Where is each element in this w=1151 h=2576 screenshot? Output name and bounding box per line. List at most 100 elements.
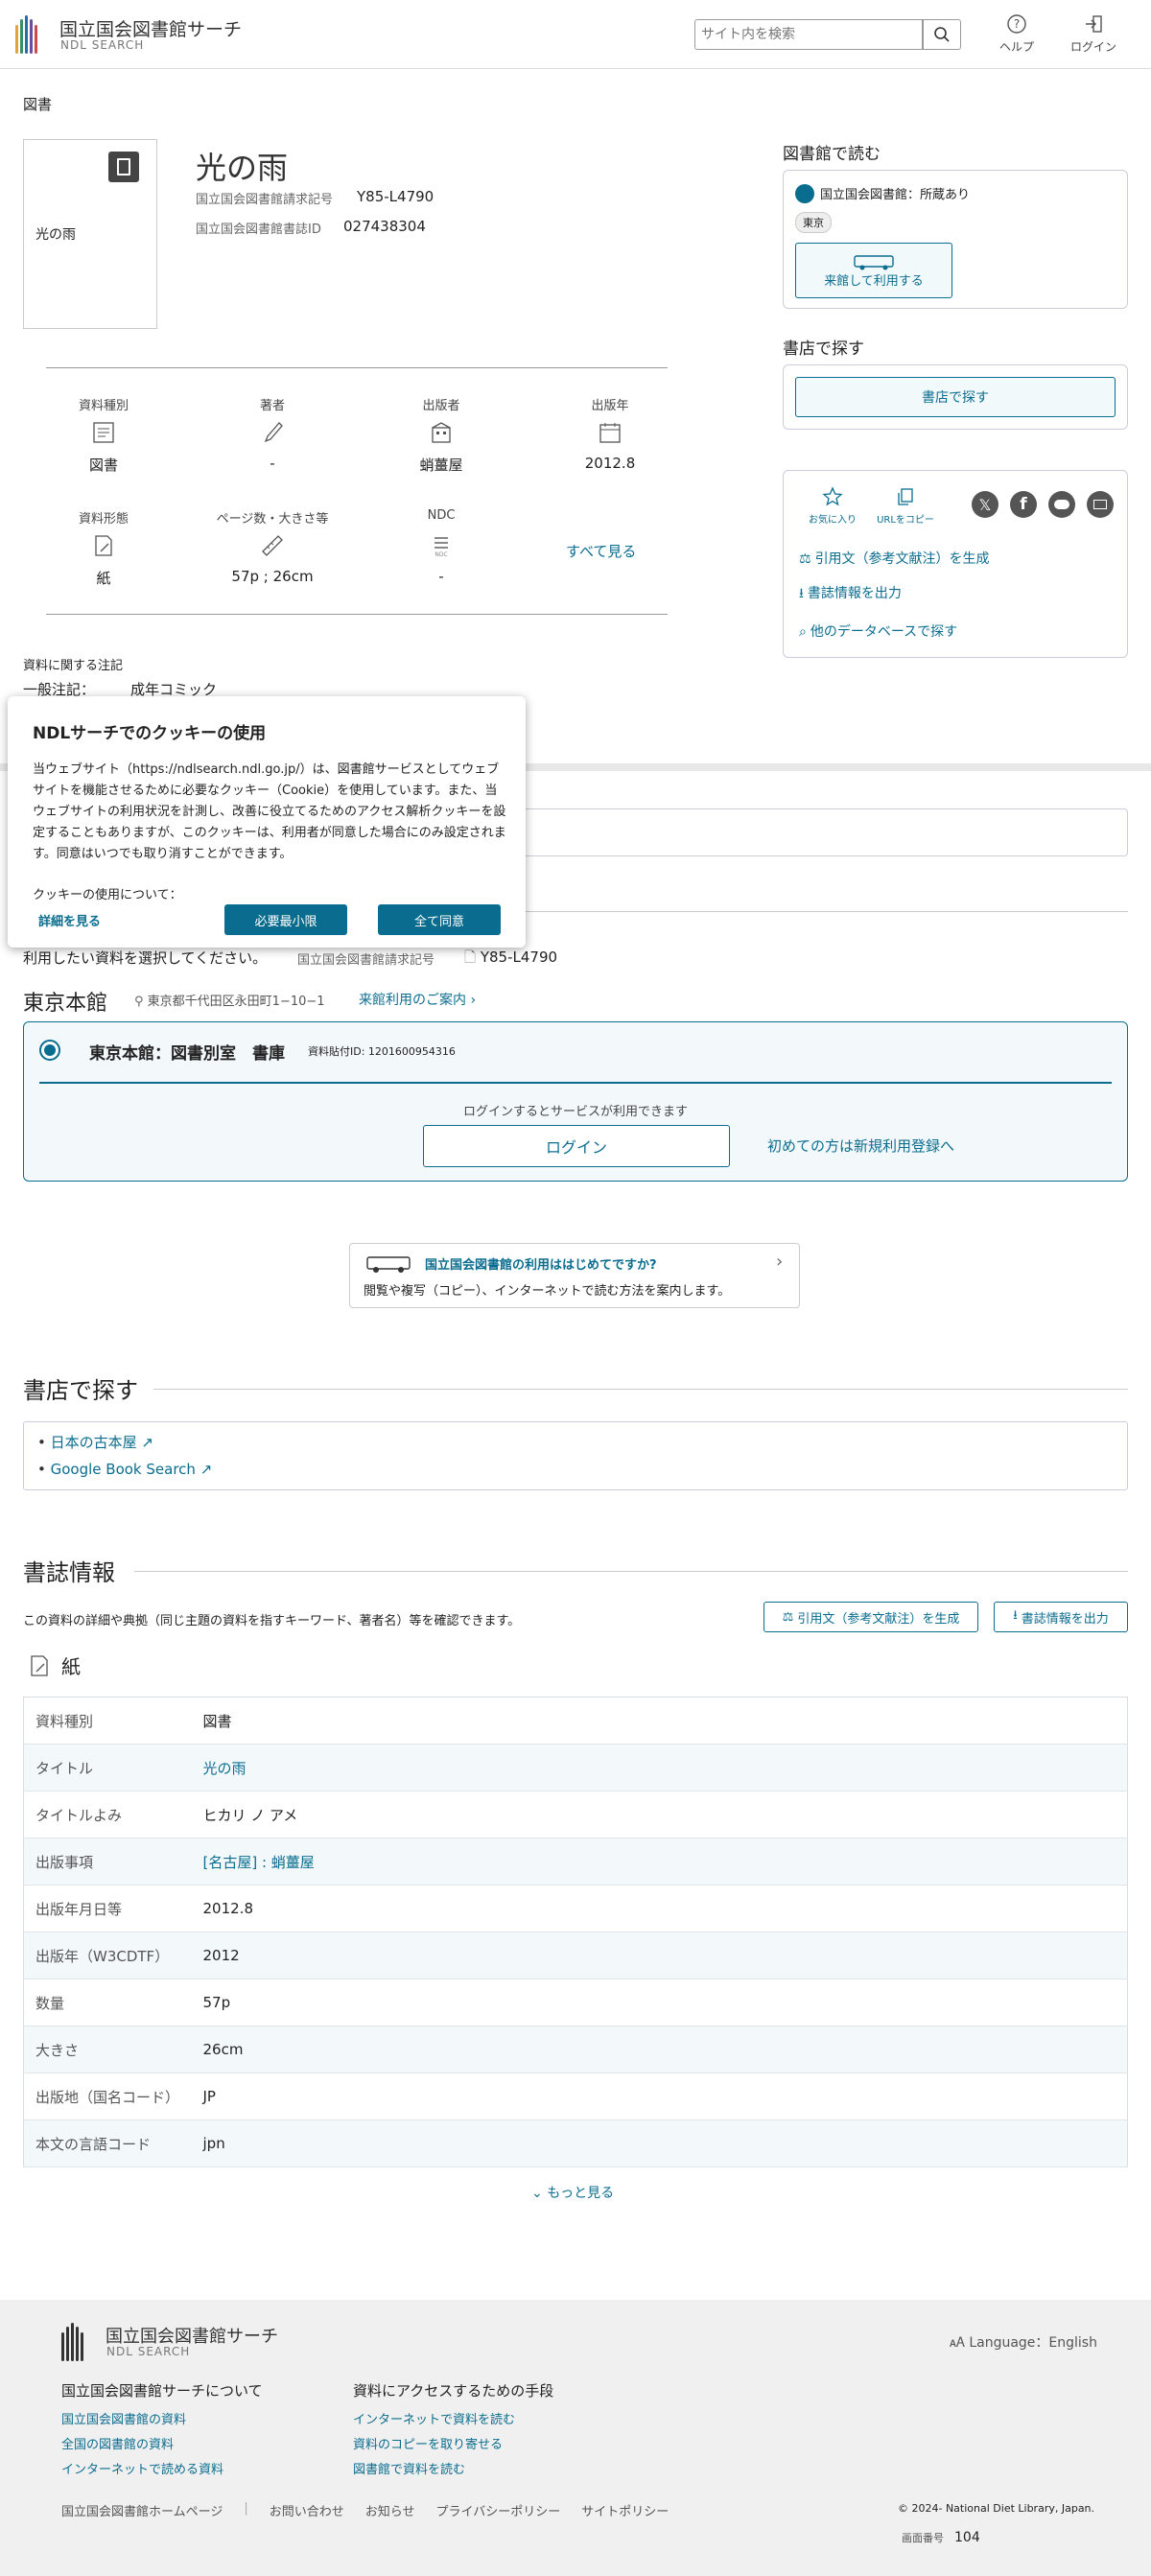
x-share-icon[interactable]: 𝕏 <box>972 491 998 518</box>
footer-bottom-link[interactable]: お知らせ <box>365 2501 415 2519</box>
cookie-accept-all-button[interactable]: 全て同意 <box>378 904 501 935</box>
login-icon <box>1086 15 1102 33</box>
language-switch[interactable]: 🗚 Language：English <box>950 2332 1097 2352</box>
bus-icon <box>854 254 894 269</box>
footer-bottom-links: 国立国会図書館ホームページ | お問い合わせ お知らせ プライバシーポリシー サ… <box>61 2501 669 2519</box>
line-share-icon[interactable] <box>1048 491 1075 518</box>
table-row: 本文の言語コード jpn <box>23 2119 1128 2167</box>
see-all-link[interactable]: すべて見る <box>566 541 636 561</box>
divider <box>518 911 1128 912</box>
footer-link[interactable]: インターネットで資料を読む <box>353 2409 515 2427</box>
footer-bottom-link[interactable]: サイトポリシー <box>581 2501 669 2519</box>
meta-label: 資料種別 <box>78 399 129 413</box>
register-link[interactable]: 初めての方は新規利用登録へ <box>767 1136 954 1156</box>
footer-link[interactable]: 資料のコピーを取り寄せる <box>353 2434 503 2452</box>
footer-bottom-link[interactable]: お問い合わせ <box>270 2501 344 2519</box>
visit-guide-link[interactable]: 来館利用のご案内 › <box>359 990 476 1009</box>
svg-text:NDC: NDC <box>435 551 447 558</box>
bib-export-button[interactable]: ⭳ 書誌情報を出力 <box>994 1602 1128 1632</box>
shop-link-google[interactable]: • Google Book Search ↗ <box>37 1461 212 1478</box>
building-icon <box>432 422 451 443</box>
cite-icon: ⚖ <box>782 1609 794 1625</box>
external-link-icon: ↗ <box>141 1434 153 1451</box>
other-db-link[interactable]: ⌕ 他のデータベースで探す <box>799 621 957 641</box>
table-row: 資料種別 図書 <box>23 1697 1128 1745</box>
call-number-label: 国立国会図書館請求記号 <box>196 193 334 207</box>
first-time-banner[interactable]: 国立国会図書館の利用ははじめてですか? 閲覧や複写（コピー）、インターネットで読… <box>349 1243 800 1308</box>
ndl-holding-icon <box>795 184 814 203</box>
pen-icon <box>264 422 283 443</box>
bib-cite-button[interactable]: ⚖ 引用文（参考文献注）を生成 <box>763 1602 978 1632</box>
shop-link-kosho[interactable]: • 日本の古本屋 ↗ <box>37 1432 153 1452</box>
shop-section-title: 書店で探す <box>23 1377 138 1404</box>
cookie-usage-label: クッキーの使用について： <box>33 888 182 902</box>
bib-id: 027438304 <box>343 218 426 235</box>
cookie-minimum-button[interactable]: 必要最小限 <box>224 904 347 935</box>
paper-icon <box>95 535 112 556</box>
footer-link[interactable]: 全国の図書館の資料 <box>61 2434 174 2452</box>
cover-title: 光の雨 <box>35 227 76 243</box>
search-button[interactable] <box>923 19 961 50</box>
footer-col1-title: 国立国会図書館サーチについて <box>61 2382 263 2400</box>
meta-value: 57p ; 26cm <box>231 568 314 585</box>
favorite-button[interactable]: お気に入り <box>803 486 862 526</box>
visit-button[interactable]: 来館して利用する <box>795 243 952 298</box>
item-login-button[interactable]: ログイン <box>423 1125 730 1167</box>
location-tag: 東京 <box>795 212 832 233</box>
help-icon: ? <box>1007 14 1026 34</box>
cite-icon: ⚖ <box>799 551 811 567</box>
bib-description: この資料の詳細や典拠（同じ主題の資料を指すキーワード、著者名）等を確認できます。 <box>23 1614 521 1628</box>
search-input[interactable] <box>694 19 923 50</box>
meta-label: 著者 <box>259 399 285 413</box>
cite-link[interactable]: ⚖ 引用文（参考文献注）を生成 <box>799 549 990 568</box>
footer-logo-subtitle: NDL SEARCH <box>106 2345 191 2358</box>
footer-link[interactable]: インターネットで読める資料 <box>61 2459 223 2477</box>
divider <box>46 614 668 615</box>
banner-text: 閲覧や複写（コピー）、インターネットで読む方法を案内します。 <box>364 1284 731 1299</box>
cookie-details-link[interactable]: 詳細を見る <box>38 911 101 929</box>
shop-title: 書店で探す <box>783 340 864 359</box>
tab-box <box>518 808 1128 856</box>
bib-form-heading: 紙 <box>27 1651 81 1679</box>
title-link[interactable]: 光の雨 <box>203 1760 247 1777</box>
footer-link[interactable]: 国立国会図書館の資料 <box>61 2409 186 2427</box>
ndl-logo-icon[interactable] <box>15 15 37 54</box>
publisher-link[interactable]: [名古屋] : 蛸薑屋 <box>203 1854 315 1871</box>
meta-value: 図書 <box>88 457 118 474</box>
shop-button[interactable]: 書店で探す <box>795 377 1116 417</box>
page-title: 光の雨 <box>196 150 289 186</box>
item-radio[interactable] <box>39 1040 60 1061</box>
help-link[interactable]: ? ヘルプ <box>998 13 1036 55</box>
table-row: 数量 57p <box>23 1979 1128 2026</box>
export-link[interactable]: ⭳ 書誌情報を出力 <box>799 583 902 606</box>
use-call-label: 国立国会図書館請求記号 <box>297 953 435 968</box>
meta-label: 資料形態 <box>78 512 129 527</box>
chevron-down-icon: ⌄ <box>531 2186 543 2201</box>
logo-subtitle: NDL SEARCH <box>60 38 145 52</box>
footer-logo-icon[interactable] <box>61 2323 83 2361</box>
table-row: 出版年月日等 2012.8 <box>23 1885 1128 1932</box>
bus-icon <box>366 1256 411 1273</box>
item-divider <box>39 1082 1112 1084</box>
external-link-icon: ↗ <box>200 1461 213 1478</box>
logo-title[interactable]: 国立国会図書館サーチ <box>59 15 242 41</box>
book-icon <box>108 152 139 182</box>
footer-link[interactable]: 図書館で資料を読む <box>353 2459 465 2477</box>
location-pin-icon: ⚲ <box>134 995 144 1009</box>
footer-bottom-link[interactable]: プライバシーポリシー <box>436 2501 561 2519</box>
item-location: 東京本館：図書別室 書庫 <box>89 1044 285 1064</box>
divider <box>153 1389 1128 1390</box>
copyright: © 2024- National Diet Library, Japan. <box>898 2502 1095 2515</box>
mail-share-icon[interactable] <box>1087 491 1114 518</box>
svg-text:?: ? <box>1014 17 1020 31</box>
ruler-icon <box>262 535 283 556</box>
show-more-link[interactable]: ⌄ もっと見る <box>531 2183 614 2202</box>
footer-bottom-link[interactable]: 国立国会図書館ホームページ <box>61 2501 223 2519</box>
login-link[interactable]: ログイン <box>1065 13 1122 55</box>
read-in-library-title: 図書館で読む <box>783 145 881 164</box>
copy-url-button[interactable]: URLをコピー <box>872 486 939 526</box>
facebook-share-icon[interactable]: f <box>1010 491 1037 518</box>
ndc-icon: NDC <box>435 537 448 558</box>
shop-box: 書店で探す <box>783 364 1128 430</box>
meta-value: 2012.8 <box>584 455 636 472</box>
